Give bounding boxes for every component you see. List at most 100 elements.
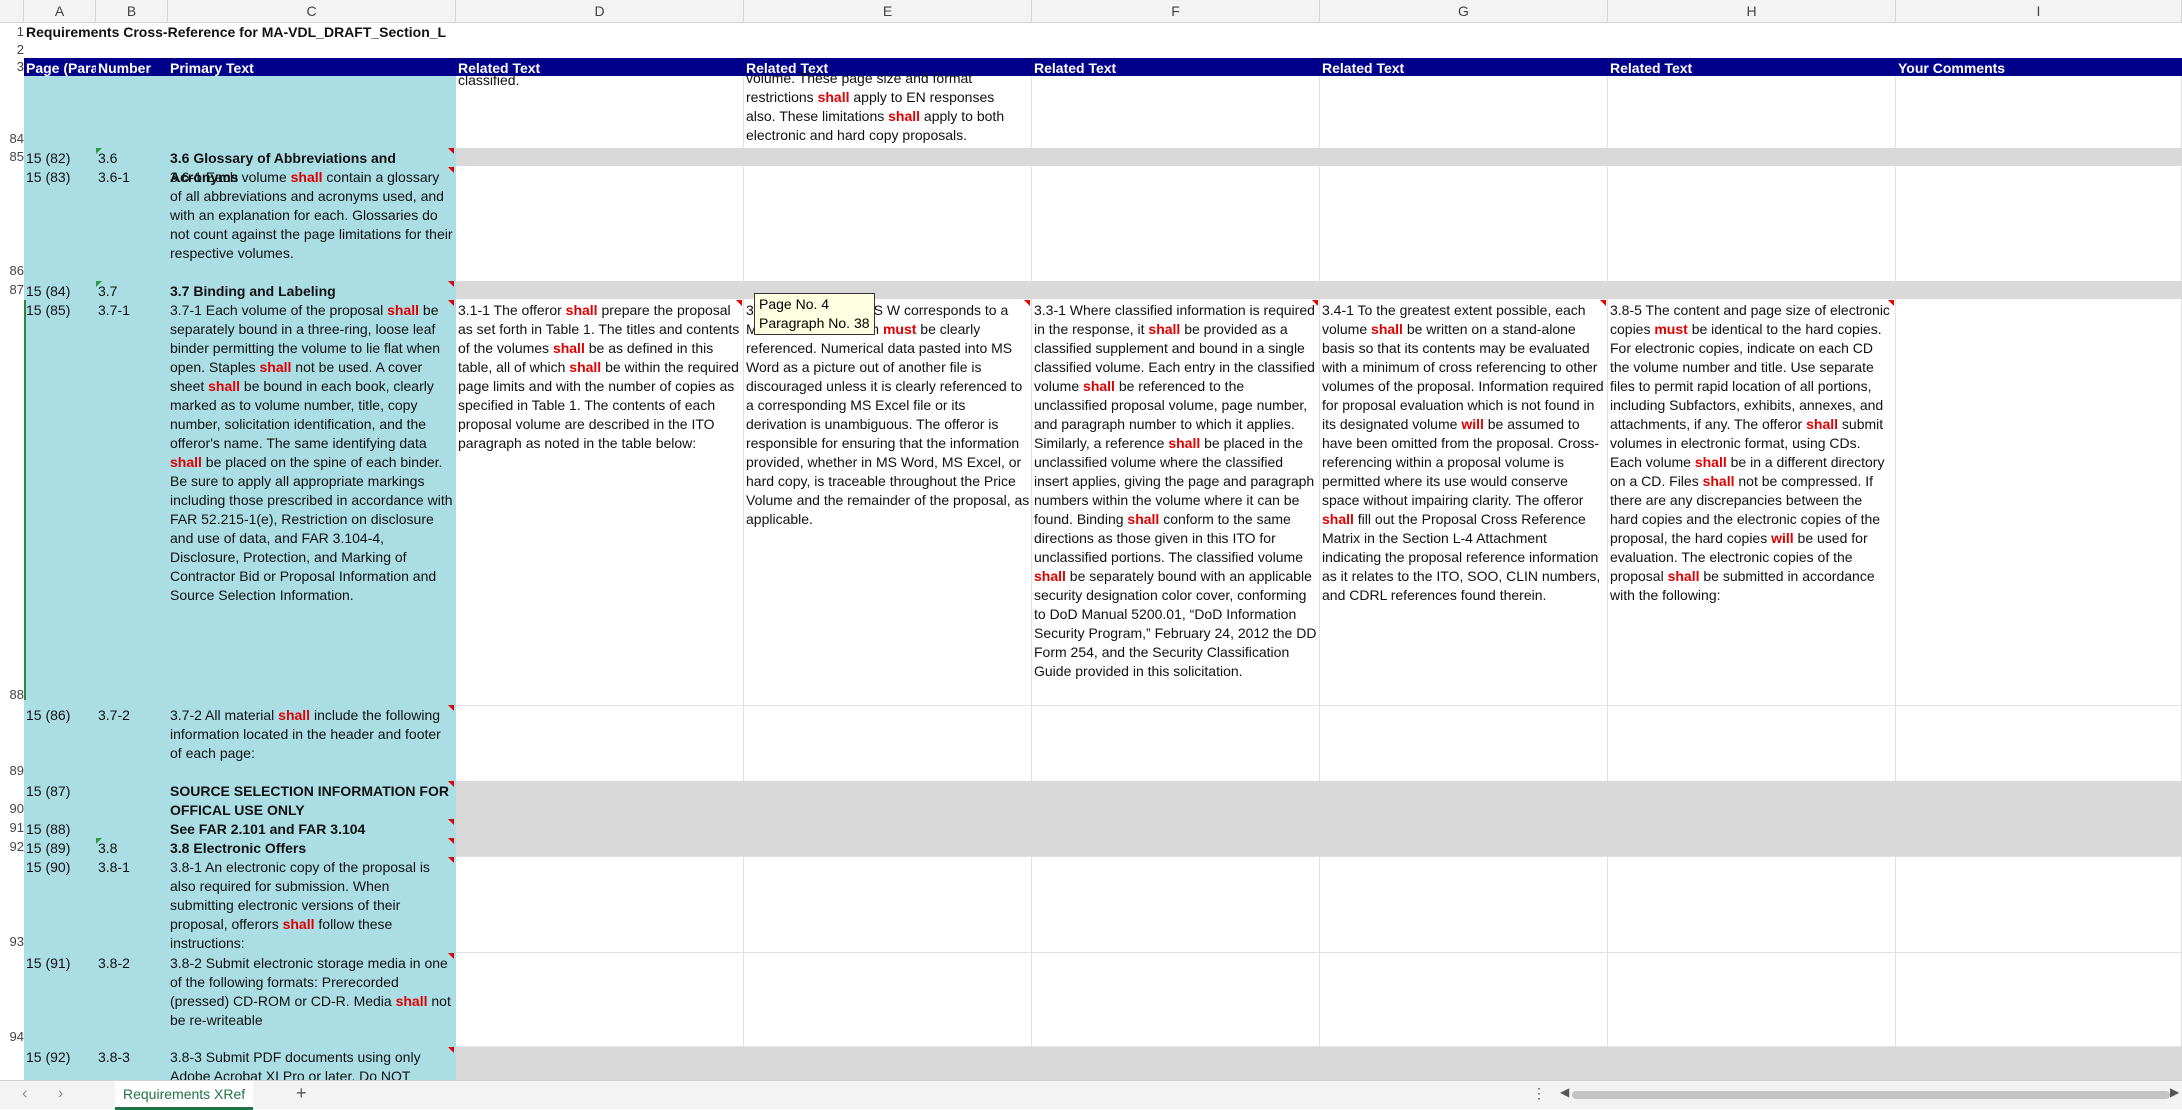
- column-header-h[interactable]: H: [1608, 0, 1896, 22]
- tab-scroll-right-icon[interactable]: ›: [58, 1085, 63, 1103]
- cell-primary-text[interactable]: 3.7 Binding and Labeling: [168, 281, 456, 302]
- more-options-icon[interactable]: ⋮: [1532, 1085, 1546, 1102]
- column-header-i[interactable]: I: [1896, 0, 2182, 22]
- comment-indicator-icon[interactable]: [1312, 300, 1318, 306]
- cell-page-para[interactable]: 15 (82): [24, 148, 96, 169]
- row-header[interactable]: 89: [0, 762, 24, 780]
- column-header-b[interactable]: B: [96, 0, 168, 22]
- column-header-d[interactable]: D: [456, 0, 744, 22]
- comment-indicator-icon[interactable]: [448, 1047, 454, 1053]
- cell-number[interactable]: 3.7-1: [96, 300, 168, 321]
- column-header-e[interactable]: E: [744, 0, 1032, 22]
- scroll-right-arrow-icon[interactable]: ▶: [2170, 1085, 2179, 1099]
- shall-keyword: shall: [565, 302, 598, 318]
- cell-primary-text[interactable]: 3.8-2 Submit electronic storage media in…: [168, 953, 456, 1031]
- column-header-c[interactable]: C: [168, 0, 456, 22]
- comment-indicator-icon[interactable]: [448, 953, 454, 959]
- sheet-tab-requirements-xref[interactable]: Requirements XRef: [115, 1081, 254, 1110]
- comment-indicator-icon[interactable]: [1888, 300, 1894, 306]
- comment-indicator-icon[interactable]: [448, 167, 454, 173]
- row-header[interactable]: 88: [0, 686, 24, 704]
- header-primary-text[interactable]: Primary Text: [168, 58, 456, 76]
- row-header[interactable]: 87: [0, 281, 24, 299]
- row-header[interactable]: 93: [0, 933, 24, 951]
- cell-page-para[interactable]: 15 (88): [24, 819, 96, 840]
- cell-page-para[interactable]: 15 (90): [24, 857, 96, 878]
- row-header[interactable]: 94: [0, 1028, 24, 1046]
- cell-number[interactable]: 3.7-2: [96, 705, 168, 726]
- cell-related-text-g[interactable]: 3.4-1 To the greatest extent possible, e…: [1320, 300, 1608, 606]
- cell-number[interactable]: 3.6-1: [96, 167, 168, 188]
- header-number[interactable]: Number: [96, 58, 168, 76]
- cell-page-para[interactable]: 15 (83): [24, 167, 96, 188]
- header-related-text-g[interactable]: Related Text: [1320, 58, 1608, 76]
- cell-page-para[interactable]: 15 (87): [24, 781, 96, 802]
- column-header-f[interactable]: F: [1032, 0, 1320, 22]
- shall-keyword: shall: [395, 993, 428, 1009]
- comment-indicator-icon[interactable]: [448, 781, 454, 787]
- comment-indicator-icon[interactable]: [448, 819, 454, 825]
- comment-indicator-icon[interactable]: [448, 300, 454, 306]
- cell-primary-text[interactable]: SOURCE SELECTION INFORMATION FOR OFFICAL…: [168, 781, 456, 821]
- gray-band: [456, 281, 2182, 299]
- comment-indicator-icon[interactable]: [448, 705, 454, 711]
- comment-indicator-icon[interactable]: [1024, 300, 1030, 306]
- comment-indicator-icon[interactable]: [448, 857, 454, 863]
- cell-page-para[interactable]: 15 (91): [24, 953, 96, 974]
- cell-page-para[interactable]: 15 (85): [24, 300, 96, 321]
- header-page-para[interactable]: Page (Parag: [24, 58, 96, 76]
- comment-indicator-icon[interactable]: [448, 148, 454, 154]
- cell-number[interactable]: 3.8-1: [96, 857, 168, 878]
- header-related-text-h[interactable]: Related Text: [1608, 58, 1896, 76]
- cell-page-para[interactable]: 15 (89): [24, 838, 96, 859]
- sheet-title[interactable]: Requirements Cross-Reference for MA-VDL_…: [24, 22, 624, 42]
- row-header[interactable]: 3: [0, 58, 24, 76]
- row-header[interactable]: 2: [0, 42, 24, 58]
- cell-number[interactable]: 3.7: [96, 281, 168, 302]
- cell-number[interactable]: 3.8: [96, 838, 168, 859]
- comment-indicator-icon[interactable]: [736, 300, 742, 306]
- cell-primary-text[interactable]: See FAR 2.101 and FAR 3.104: [168, 819, 456, 840]
- cell-related-text-d[interactable]: 3.1-1 The offeror shall prepare the prop…: [456, 300, 744, 454]
- scroll-left-arrow-icon[interactable]: ◀: [1560, 1085, 1569, 1099]
- shall-keyword: shall: [1148, 321, 1181, 337]
- cell-primary-text[interactable]: 3.8-1 An electronic copy of the proposal…: [168, 857, 456, 954]
- column-header-a[interactable]: A: [24, 0, 96, 22]
- cell-primary-text[interactable]: 3.6-1 Each volume shall contain a glossa…: [168, 167, 456, 264]
- cell-primary-text[interactable]: 3.7-1 Each volume of the proposal shall …: [168, 300, 456, 606]
- selection-edge: [24, 300, 26, 700]
- comment-indicator-icon[interactable]: [448, 281, 454, 287]
- header-related-text-f[interactable]: Related Text: [1032, 58, 1320, 76]
- shall-keyword: shall: [1667, 568, 1700, 584]
- text-run: be clearly referenced. Numerical data pa…: [746, 321, 1030, 527]
- tab-scroll-left-icon[interactable]: ‹: [22, 1085, 27, 1103]
- cell-primary-text[interactable]: 3.8-3 Submit PDF documents using only Ad…: [168, 1047, 456, 1080]
- select-all-corner[interactable]: [0, 0, 24, 22]
- row-header[interactable]: 85: [0, 148, 24, 166]
- cell-related-text-f[interactable]: 3.3-1 Where classified information is re…: [1032, 300, 1320, 682]
- row-header[interactable]: 92: [0, 838, 24, 856]
- horizontal-scrollbar-thumb[interactable]: [1572, 1091, 2170, 1099]
- row-header[interactable]: 1: [0, 22, 24, 42]
- add-sheet-icon[interactable]: +: [296, 1083, 307, 1104]
- comment-indicator-icon[interactable]: [448, 838, 454, 844]
- must-keyword: must: [1654, 321, 1688, 337]
- row-header[interactable]: 90: [0, 800, 24, 818]
- cell-page-para[interactable]: 15 (86): [24, 705, 96, 726]
- shall-keyword: shall: [1127, 511, 1160, 527]
- row-header[interactable]: 84: [0, 130, 24, 148]
- cell-number[interactable]: 3.8-2: [96, 953, 168, 974]
- header-your-comments[interactable]: Your Comments: [1896, 58, 2182, 76]
- cell-related-text-h[interactable]: 3.8-5 The content and page size of elect…: [1608, 300, 1896, 606]
- cell-page-para[interactable]: 15 (84): [24, 281, 96, 302]
- comment-indicator-icon[interactable]: [1600, 300, 1606, 306]
- cell-number[interactable]: 3.6: [96, 148, 168, 169]
- cell-primary-text[interactable]: 3.7-2 All material shall include the fol…: [168, 705, 456, 764]
- cell-number[interactable]: 3.8-3: [96, 1047, 168, 1068]
- column-header-g[interactable]: G: [1320, 0, 1608, 22]
- row-header[interactable]: 91: [0, 819, 24, 837]
- row-header[interactable]: 86: [0, 262, 24, 280]
- shall-keyword: shall: [170, 454, 202, 470]
- cell-page-para[interactable]: 15 (92): [24, 1047, 96, 1068]
- cell-primary-text[interactable]: 3.8 Electronic Offers: [168, 838, 456, 859]
